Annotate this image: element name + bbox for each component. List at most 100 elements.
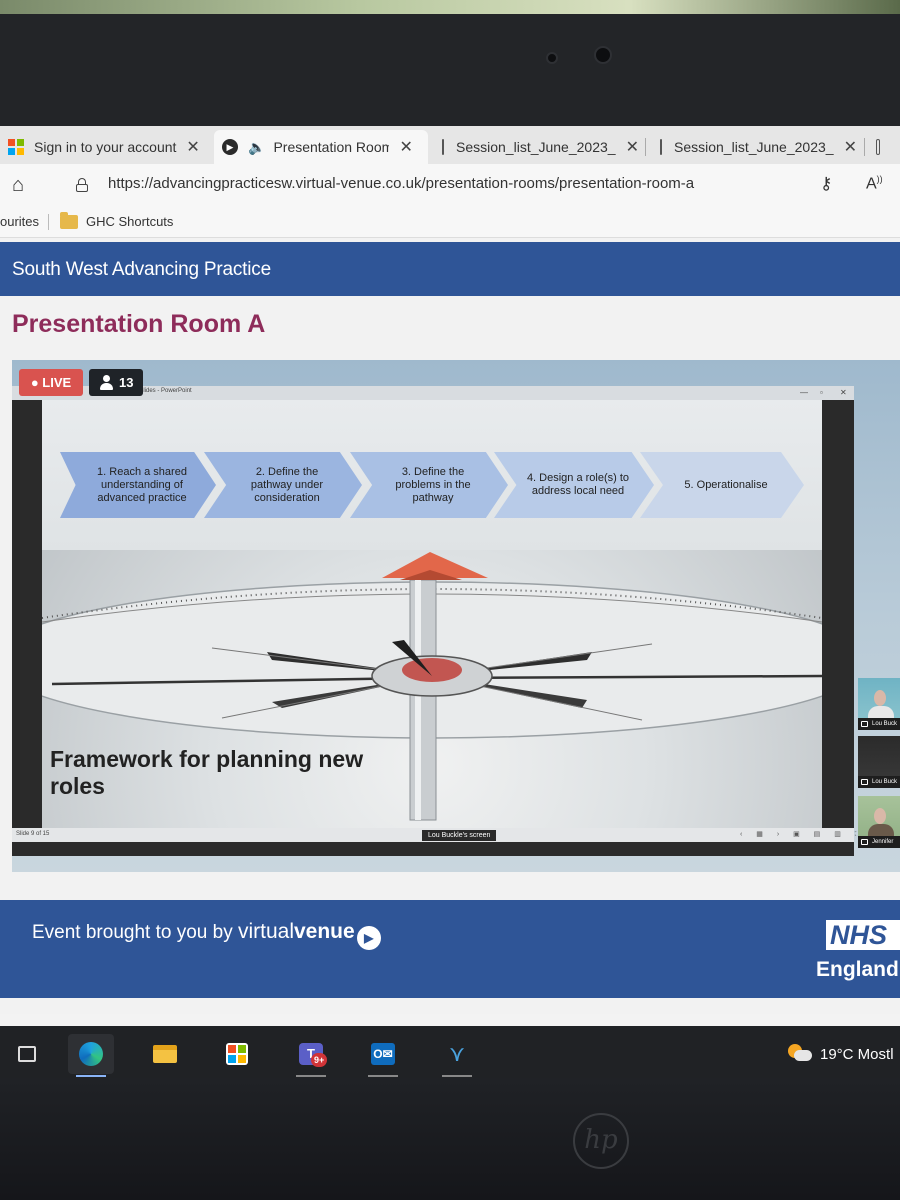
tab-session-list-1[interactable]: Session_list_June_2023_ ✕ [434,130,640,164]
tab-partial[interactable] [868,130,900,164]
document-icon [876,139,880,155]
document-icon [660,139,662,155]
url-field[interactable]: https://advancingpracticesw.virtual-venu… [108,175,694,192]
running-indicator [368,1075,398,1077]
lock-icon[interactable] [76,178,88,192]
restore-icon: ▫ [820,388,823,397]
background-strip [0,0,900,14]
tab-label: Presentation Room [273,139,390,155]
participant-tile[interactable]: Lou Buck [858,736,900,788]
key-icon[interactable]: ⚷ [820,174,832,194]
running-indicator [296,1075,326,1077]
edge-icon [79,1042,103,1066]
tab-separator [645,138,646,156]
close-icon[interactable]: ✕ [186,137,199,157]
process-step-3: 3. Define the problems in the pathway [350,452,508,518]
close-icon[interactable]: ✕ [626,137,639,157]
process-step-5: 5. Operationalise [640,452,804,518]
task-view-button[interactable] [4,1034,50,1074]
tab-label: Sign in to your account [34,139,177,155]
teams-icon: T 9+ [299,1043,328,1067]
process-step-1: 1. Reach a shared understanding of advan… [60,452,216,518]
web-page: South West Advancing Practice Presentati… [0,238,900,1014]
participant-name: Lou Buck [858,776,900,788]
teams-button[interactable]: T 9+ [288,1034,334,1077]
microsoft-logo-icon [8,139,24,155]
footer-text: Event brought to you by virtualvenue ▶ [32,920,381,950]
process-step-2: 2. Define the pathway under consideratio… [204,452,362,518]
page-title: Presentation Room A [12,310,266,338]
mic-icon [861,721,868,727]
viewer-count: 13 [119,375,134,390]
participant-name: Jennifer [858,836,900,848]
virtualvenue-logo-icon: ▶ [222,139,238,155]
virtualvenue-logo-icon: ▶ [356,926,381,950]
document-icon [442,139,444,155]
notification-badge: 9+ [311,1053,328,1067]
person-icon [99,375,113,390]
process-step-4: 4. Design a role(s) to address local nee… [494,452,654,518]
read-aloud-icon[interactable]: A)) [866,174,883,193]
tab-presentation-room[interactable]: ▶ 🔈 Presentation Room ✕ [214,130,428,164]
active-indicator [76,1075,106,1077]
weather-icon[interactable] [788,1044,812,1062]
webcam [546,52,558,64]
laptop-bezel-bottom: hp [0,1078,900,1200]
tab-separator [864,138,865,156]
powerpoint-margin-right [822,400,854,828]
minimize-icon: — [800,388,808,397]
participant-face [874,690,886,706]
participant-face [874,808,886,824]
address-bar: ⌂ https://advancingpracticesw.virtual-ve… [0,164,900,206]
slide-caption: Framework for planning new roles [50,746,364,799]
tab-session-list-2[interactable]: Session_list_June_2023_ ✕ [652,130,864,164]
favourites-separator [48,214,49,230]
windows-taskbar: T 9+ O✉ ⋎ 19°C Mostl [0,1026,900,1078]
browser-tab-strip: Sign in to your account ✕ ▶ 🔈 Presentati… [0,126,900,164]
site-title[interactable]: South West Advancing Practice [12,259,271,281]
close-icon[interactable]: ✕ [399,137,412,157]
virtualvenue-brand[interactable]: virtualvenue [238,920,355,943]
nhs-logo: NHS [826,920,900,950]
participant-tile[interactable]: Jennifer [858,796,900,848]
tab-label: Session_list_June_2023_ [456,139,616,155]
close-icon[interactable]: ✕ [844,137,857,157]
favourite-ghc-shortcuts[interactable]: GHC Shortcuts [86,214,173,229]
hp-logo: hp [573,1113,629,1169]
presentation-slide: 1. Reach a shared understanding of advan… [42,400,822,828]
weather-widget[interactable]: 19°C Mostl [820,1046,894,1063]
site-header: South West Advancing Practice [0,242,900,296]
tab-label: Session_list_June_2023_ [674,139,834,155]
close-icon: ✕ [840,388,847,397]
folder-icon [153,1045,177,1063]
presenter-label: Lou Buckle's screen [422,830,497,841]
outlook-button[interactable]: O✉ [360,1034,406,1077]
webcam-lens [594,46,612,64]
edge-taskbar-button[interactable] [68,1034,114,1077]
live-badge: ● LIVE [19,369,83,396]
home-icon[interactable]: ⌂ [12,174,34,196]
powerpoint-margin-left [12,400,42,828]
slide-counter: Slide 9 of 15 [16,831,50,837]
slideshow-controls: ‹ ▦ › ▣ ▤ ▥ ⛶ [740,831,866,838]
sponsor-footer: Event brought to you by virtualvenue ▶ NH… [0,900,900,998]
folder-icon [60,212,78,229]
viewer-count-badge: 13 [89,369,143,396]
video-player[interactable]: ee slides - PowerPoint — ▫ ✕ 1. Reach a … [12,360,900,872]
file-explorer-button[interactable] [142,1034,188,1074]
running-indicator [442,1075,472,1077]
tab-sign-in[interactable]: Sign in to your account ✕ [0,130,212,164]
live-dot-icon: ● [30,375,43,390]
mic-icon [861,779,868,785]
arrow-app-icon: ⋎ [448,1041,466,1066]
mic-icon [861,839,868,845]
nhs-region: England [816,958,899,981]
app-button[interactable]: ⋎ [434,1034,480,1077]
favourites-label[interactable]: ourites [0,214,39,229]
store-button[interactable] [214,1034,260,1074]
participant-name: Lou Buck [858,718,900,730]
screen: Sign in to your account ✕ ▶ 🔈 Presentati… [0,126,900,1078]
participant-tile[interactable]: Lou Buck [858,678,900,730]
laptop-bezel-top [0,14,900,126]
speaker-icon[interactable]: 🔈 [248,139,265,156]
